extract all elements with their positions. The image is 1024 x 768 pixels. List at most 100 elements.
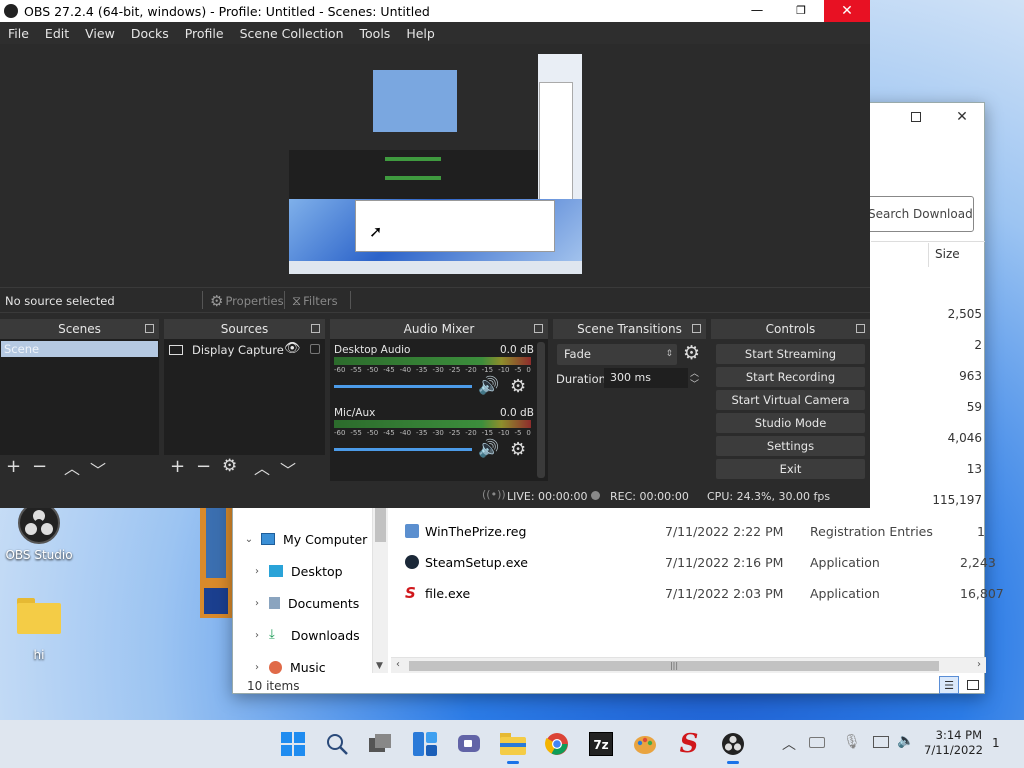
tree-item-my-computer[interactable]: ⌄ My Computer [237, 524, 368, 554]
transition-gear-icon[interactable]: ⚙ [683, 342, 700, 364]
add-source-button[interactable]: + [170, 456, 185, 477]
scroll-right-icon[interactable]: › [977, 659, 981, 670]
volume-slider[interactable] [334, 385, 472, 388]
restore-button[interactable]: ❐ [788, 0, 814, 22]
start-streaming-button[interactable]: Start Streaming [716, 344, 865, 364]
close-button[interactable]: ✕ [824, 0, 870, 22]
menu-profile[interactable]: Profile [177, 26, 232, 41]
menu-docks[interactable]: Docks [123, 26, 177, 41]
widgets-button[interactable] [409, 728, 441, 760]
lock-icon[interactable] [310, 344, 320, 354]
show-hidden-icons-chevron-icon[interactable]: ︿ [782, 734, 796, 754]
remove-source-button[interactable]: − [196, 456, 211, 477]
gear-icon[interactable]: ⚙ [510, 439, 526, 460]
microphone-icon[interactable]: 🎙 [843, 734, 861, 750]
menu-edit[interactable]: Edit [37, 26, 77, 41]
network-icon[interactable] [873, 736, 889, 748]
tree-item-documents[interactable]: › Documents [245, 588, 359, 618]
tick-label: -50 [366, 429, 379, 437]
tree-item-music[interactable]: › Music [245, 652, 326, 682]
chrome-icon [545, 733, 568, 755]
source-item[interactable]: Display Capture 👁 [166, 341, 323, 359]
filters-button[interactable]: ⧖ Filters [292, 292, 338, 310]
move-down-button[interactable]: ﹀ [90, 457, 106, 481]
details-view-button[interactable]: ☰ [939, 676, 959, 694]
teams-chat-button[interactable] [453, 728, 485, 760]
clock[interactable]: 3:14 PM 7/11/2022 [924, 728, 983, 758]
float-dock-icon[interactable] [145, 324, 154, 333]
live-time: LIVE: 00:00:00 [507, 490, 588, 503]
desktop-icon-obs[interactable]: OBS Studio [4, 502, 74, 562]
desktop-folder-icon [269, 565, 283, 577]
float-dock-icon[interactable] [692, 324, 701, 333]
tick-label: -25 [448, 429, 461, 437]
menu-tools[interactable]: Tools [352, 26, 399, 41]
source-properties-gear-icon[interactable]: ⚙ [222, 456, 237, 476]
file-row[interactable]: Sfile.exe 7/11/2022 2:03 PM Application … [405, 578, 1004, 608]
spin-down-icon[interactable]: ﹀ [690, 377, 699, 390]
remove-scene-button[interactable]: − [32, 456, 47, 477]
start-virtual-camera-button[interactable]: Start Virtual Camera [716, 390, 865, 410]
visibility-eye-icon[interactable]: 👁 [284, 341, 301, 356]
search-input[interactable]: Search Downloads [863, 196, 974, 232]
gear-icon[interactable]: ⚙ [510, 376, 526, 397]
mixer-scrollbar[interactable] [537, 342, 545, 478]
s-app-taskbar-button[interactable]: S [673, 728, 705, 760]
file-row[interactable]: WinThePrize.reg 7/11/2022 2:22 PM Regist… [405, 516, 985, 546]
start-recording-button[interactable]: Start Recording [716, 367, 865, 387]
desktop-icon-hi[interactable]: hi [4, 598, 74, 662]
properties-button[interactable]: ⚙ Properties [210, 292, 284, 310]
paint-icon [634, 736, 656, 754]
search-placeholder: Search Downloads [868, 207, 974, 221]
7zip-taskbar-button[interactable]: 7z [585, 728, 617, 760]
transition-select[interactable]: Fade ⇕ [557, 344, 677, 365]
file-date: 7/11/2022 2:03 PM [665, 585, 784, 601]
obs-taskbar-button[interactable] [717, 728, 749, 764]
volume-icon[interactable]: 🔈 [897, 733, 914, 749]
move-down-button[interactable]: ﹀ [280, 457, 296, 481]
file-explorer-taskbar-button[interactable] [497, 728, 529, 764]
filters-label: Filters [303, 294, 338, 308]
move-up-button[interactable]: ︿ [64, 455, 80, 479]
move-up-button[interactable]: ︿ [254, 455, 270, 479]
tick-label: -45 [383, 429, 395, 437]
keyboard-icon[interactable] [809, 737, 825, 748]
duration-spinbox[interactable]: 300 ms [604, 368, 688, 388]
notification-count[interactable]: 1 [992, 736, 1000, 750]
maximize-button[interactable] [893, 103, 939, 131]
tree-item-label: Downloads [291, 627, 360, 643]
paint-taskbar-button[interactable] [629, 728, 661, 760]
search-button[interactable] [321, 728, 353, 760]
start-button[interactable] [277, 728, 309, 760]
menu-scene-collection[interactable]: Scene Collection [232, 26, 352, 41]
scene-item[interactable]: Scene [1, 341, 158, 357]
menu-file[interactable]: File [0, 26, 37, 41]
menu-view[interactable]: View [77, 26, 123, 41]
horizontal-scrollbar[interactable]: ‹ ||| › [391, 657, 986, 673]
thumbnail-view-button[interactable] [963, 676, 983, 694]
close-button[interactable]: ✕ [939, 103, 985, 131]
column-header-size[interactable]: Size [935, 247, 960, 261]
task-view-button[interactable] [365, 728, 397, 760]
float-dock-icon[interactable] [856, 324, 865, 333]
add-scene-button[interactable]: + [6, 456, 21, 477]
preview-canvas[interactable]: ➚ [289, 54, 582, 274]
volume-slider[interactable] [334, 448, 472, 451]
scrollbar-thumb[interactable]: ||| [409, 661, 939, 671]
scroll-down-icon[interactable]: ▼ [376, 661, 383, 671]
file-row[interactable]: SteamSetup.exe 7/11/2022 2:16 PM Applica… [405, 547, 996, 577]
speaker-icon[interactable]: 🔊 [478, 376, 499, 396]
tree-item-downloads[interactable]: › ⤓ Downloads [245, 620, 360, 650]
float-dock-icon[interactable] [534, 324, 543, 333]
studio-mode-button[interactable]: Studio Mode [716, 413, 865, 433]
tree-item-desktop[interactable]: › Desktop [245, 556, 343, 586]
settings-button[interactable]: Settings [716, 436, 865, 456]
chrome-taskbar-button[interactable] [541, 728, 573, 760]
float-dock-icon[interactable] [311, 324, 320, 333]
minimize-button[interactable]: — [744, 0, 770, 22]
scroll-left-icon[interactable]: ‹ [396, 659, 400, 670]
exit-button[interactable]: Exit [716, 459, 865, 479]
menu-help[interactable]: Help [398, 26, 443, 41]
speaker-icon[interactable]: 🔊 [478, 439, 499, 459]
tree-scrollbar[interactable]: ▼ [372, 508, 388, 673]
